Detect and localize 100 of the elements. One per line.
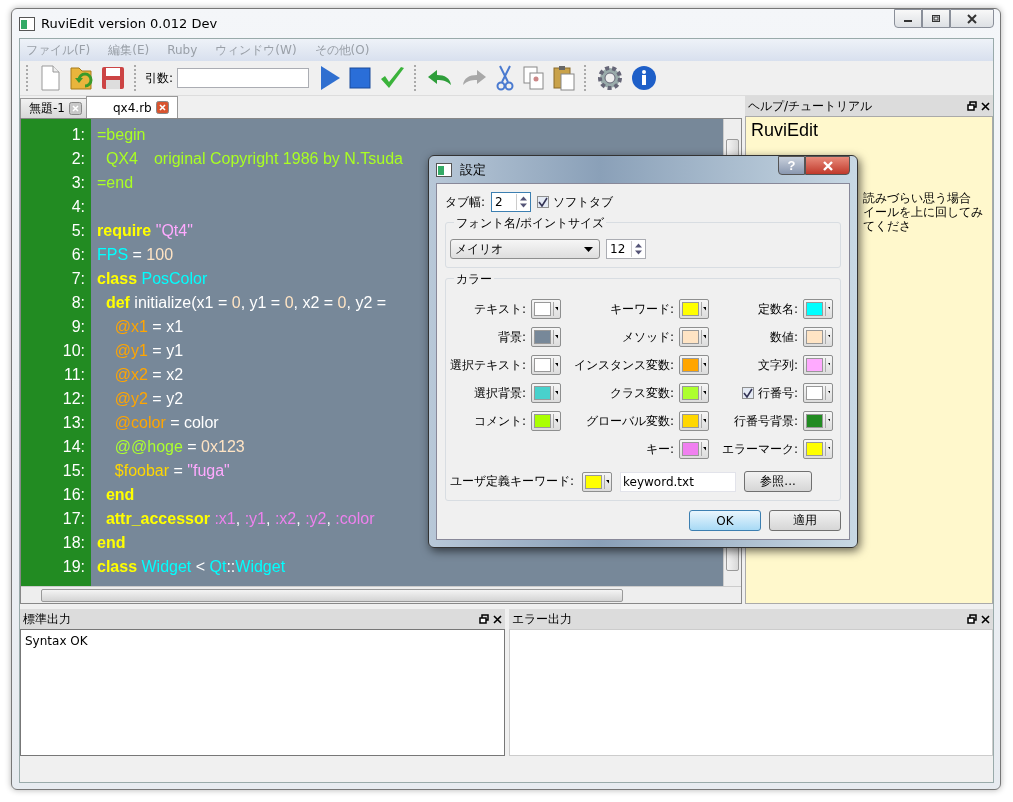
close-icon[interactable] — [981, 614, 990, 624]
color-picker[interactable] — [803, 355, 834, 375]
checkbox[interactable] — [537, 196, 550, 208]
caret-icon — [584, 246, 593, 252]
color-label: テキスト: — [474, 300, 527, 318]
float-icon[interactable] — [967, 614, 977, 624]
font-size-spinbox[interactable]: 12 — [606, 239, 646, 259]
caret-icon — [827, 391, 831, 395]
float-icon[interactable] — [478, 614, 489, 624]
arguments-label: 引数: — [145, 69, 174, 87]
caret-icon — [703, 307, 707, 311]
color-picker[interactable] — [531, 411, 562, 431]
dock-title: 標準出力 — [23, 610, 71, 628]
color-label: グローバル変数: — [586, 412, 675, 430]
arguments-field[interactable] — [177, 68, 310, 88]
caret-icon — [703, 419, 707, 423]
float-icon[interactable] — [967, 101, 977, 111]
checkbox-label: ソフトタブ — [553, 193, 614, 211]
color-label: ユーザ定義キーワード: — [450, 473, 575, 490]
checkbox[interactable] — [742, 387, 755, 399]
caret-icon — [703, 335, 707, 339]
dock-title: ヘルプ/チュートリアル — [748, 97, 873, 115]
color-picker[interactable] — [582, 471, 613, 492]
close-icon[interactable] — [981, 101, 990, 111]
file-tab[interactable]: 無題-1 — [20, 98, 87, 118]
minimize-button[interactable] — [894, 9, 922, 28]
color-picker[interactable] — [531, 355, 562, 375]
color-label: インスタンス変数: — [574, 356, 675, 374]
color-label: 行番号背景: — [734, 412, 799, 430]
color-label: 選択背景: — [474, 384, 527, 402]
color-picker[interactable] — [803, 439, 834, 459]
apply-button[interactable]: 適用 — [769, 510, 841, 531]
line-number: 18: — [61, 533, 86, 553]
code-line: QX4 original Copyright 1986 by N.Tsuda — [104, 150, 403, 167]
font-dropdown[interactable]: メイリオ — [450, 239, 600, 259]
code-line: FPS = 100 — [97, 246, 174, 263]
save-icon[interactable] — [99, 66, 127, 90]
color-picker[interactable] — [679, 299, 710, 319]
keyword-file-field[interactable]: keyword.txt — [620, 471, 737, 492]
caret-icon — [606, 479, 610, 484]
code-line: @x1 = x1 — [113, 318, 184, 335]
spin-arrows-icon[interactable] — [631, 241, 645, 257]
color-picker[interactable] — [803, 299, 834, 319]
color-picker[interactable] — [803, 411, 834, 431]
stop-icon[interactable] — [347, 67, 374, 89]
close-button[interactable] — [950, 9, 994, 28]
line-number: 1: — [70, 125, 86, 145]
caret-icon — [827, 335, 831, 339]
line-number: 9: — [70, 317, 86, 337]
color-picker[interactable] — [531, 383, 562, 403]
color-label: キー: — [646, 440, 675, 458]
close-icon[interactable] — [492, 614, 502, 624]
color-picker[interactable] — [803, 327, 834, 347]
help-text: イールを上に回してみてくださ — [863, 205, 984, 233]
code-line: =begin — [97, 126, 146, 143]
color-picker[interactable] — [679, 327, 710, 347]
restore-button[interactable] — [922, 9, 950, 28]
caret-icon — [827, 363, 831, 367]
code-line: @@hoge = 0x123 — [113, 438, 245, 455]
tab-width-spinbox[interactable]: 2 — [491, 192, 532, 212]
color-picker[interactable] — [531, 299, 562, 319]
caret-icon — [555, 363, 559, 367]
color-picker[interactable] — [679, 383, 710, 403]
caret-icon — [703, 391, 707, 395]
line-number: 4: — [70, 197, 86, 217]
color-picker[interactable] — [679, 439, 710, 459]
color-picker[interactable] — [679, 355, 710, 375]
browse-button[interactable]: 参照... — [744, 471, 813, 492]
ok-button[interactable]: OK — [689, 510, 761, 531]
color-picker[interactable] — [679, 411, 710, 431]
code-line: @y2 = y2 — [113, 390, 184, 407]
color-picker[interactable] — [803, 383, 834, 403]
caret-icon — [703, 363, 707, 367]
line-number: 17: — [61, 509, 86, 529]
horizontal-scrollbar[interactable] — [21, 586, 741, 603]
file-tab[interactable]: qx4.rb — [85, 96, 178, 118]
code-line: $foobar = "fuga" — [113, 462, 230, 479]
output-text: Syntax OK — [25, 634, 88, 648]
line-number: 15: — [61, 461, 86, 481]
line-number: 16: — [61, 485, 86, 505]
color-label: 数値: — [770, 328, 799, 346]
open-folder-icon[interactable] — [67, 65, 95, 91]
line-number: 13: — [61, 413, 86, 433]
caret-icon — [827, 447, 831, 451]
close-icon — [967, 13, 977, 24]
line-number: 14: — [61, 437, 86, 457]
line-number: 2: — [70, 149, 86, 169]
color-label: 背景: — [498, 328, 527, 346]
line-number: 3: — [70, 173, 86, 193]
color-label: コメント: — [474, 412, 527, 430]
close-button[interactable] — [805, 156, 850, 175]
dock-title: エラー出力 — [511, 610, 572, 628]
code-line: @color = color — [113, 414, 219, 431]
code-line: class PosColor — [97, 270, 208, 287]
checkmark-icon — [743, 388, 754, 398]
caret-icon — [703, 447, 707, 451]
color-picker[interactable] — [531, 327, 562, 347]
window-title: RuviEdit version 0.012 Dev — [41, 16, 218, 31]
app-icon — [19, 16, 35, 31]
paste-icon[interactable] — [551, 65, 578, 91]
